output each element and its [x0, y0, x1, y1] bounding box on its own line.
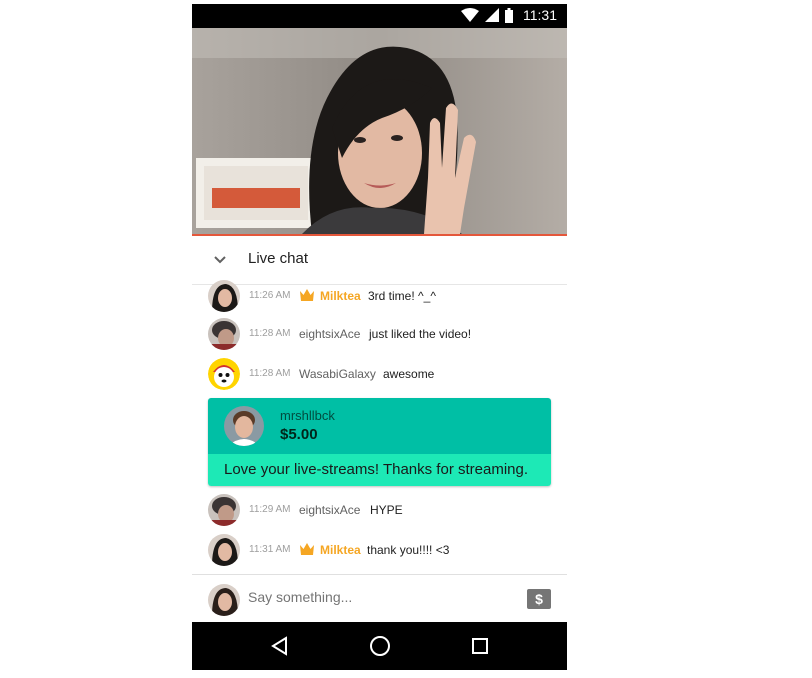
message-text: thank you!!!! <3: [367, 543, 450, 557]
message-timestamp: 11:28 AM: [249, 368, 291, 379]
phone-screen: 11:31 Live chat 11:26 AM Milktea 3rd tim…: [192, 4, 567, 670]
video-frame: [192, 28, 567, 234]
message-text: HYPE: [370, 503, 403, 517]
crown-icon: [300, 289, 314, 301]
message-timestamp: 11:28 AM: [249, 328, 291, 339]
avatar[interactable]: [208, 280, 240, 312]
message-timestamp: 11:26 AM: [249, 290, 291, 301]
message-text: awesome: [383, 367, 435, 381]
message-author[interactable]: eightsixAce: [299, 503, 360, 517]
super-chat-button[interactable]: $: [527, 589, 551, 609]
crown-icon: [300, 543, 314, 555]
super-chat-author[interactable]: mrshllbck: [280, 408, 335, 423]
navigation-bar: [192, 622, 567, 670]
chat-input-bar: $: [192, 574, 567, 623]
status-time: 11:31: [523, 7, 557, 23]
user-avatar[interactable]: [208, 584, 240, 616]
chevron-down-icon[interactable]: [212, 252, 228, 268]
back-icon[interactable]: [268, 634, 292, 658]
super-chat-header: mrshllbck $5.00: [208, 398, 551, 454]
status-icons: 11:31: [461, 7, 557, 23]
avatar[interactable]: [224, 406, 264, 446]
chat-message-input[interactable]: [248, 589, 498, 605]
message-author[interactable]: WasabiGalaxy: [299, 367, 376, 381]
battery-icon: [505, 7, 513, 23]
status-bar: 11:31: [192, 4, 567, 28]
cellular-signal-icon: [485, 8, 499, 22]
message-author[interactable]: eightsixAce: [299, 327, 360, 341]
avatar[interactable]: [208, 358, 240, 390]
chat-message: 11:28 AM eightsixAce just liked the vide…: [192, 314, 567, 354]
message-text: 3rd time! ^_^: [368, 289, 436, 303]
super-chat-card[interactable]: mrshllbck $5.00 Love your live-streams! …: [208, 398, 551, 486]
avatar[interactable]: [208, 534, 240, 566]
message-author[interactable]: Milktea: [320, 289, 361, 303]
chat-message: 11:31 AM Milktea thank you!!!! <3: [192, 530, 567, 570]
message-text: just liked the video!: [369, 327, 472, 341]
svg-text:$: $: [535, 591, 543, 607]
home-icon[interactable]: [368, 634, 392, 658]
chat-message: 11:29 AM eightsixAce HYPE: [192, 490, 567, 530]
recents-icon[interactable]: [468, 634, 492, 658]
message-timestamp: 11:31 AM: [249, 544, 291, 555]
message-timestamp: 11:29 AM: [249, 504, 291, 515]
chat-message: 11:26 AM Milktea 3rd time! ^_^: [192, 276, 567, 316]
avatar[interactable]: [208, 318, 240, 350]
super-chat-body: Love your live-streams! Thanks for strea…: [208, 454, 551, 486]
chat-message: 11:28 AM WasabiGalaxy awesome: [192, 354, 567, 394]
dollar-icon: $: [535, 591, 543, 607]
message-author[interactable]: Milktea: [320, 543, 361, 557]
super-chat-message: Love your live-streams! Thanks for strea…: [224, 461, 529, 478]
chat-title: Live chat: [248, 250, 309, 267]
video-player[interactable]: [192, 28, 567, 234]
avatar[interactable]: [208, 494, 240, 526]
wifi-icon: [461, 8, 479, 22]
super-chat-amount: $5.00: [280, 426, 318, 443]
